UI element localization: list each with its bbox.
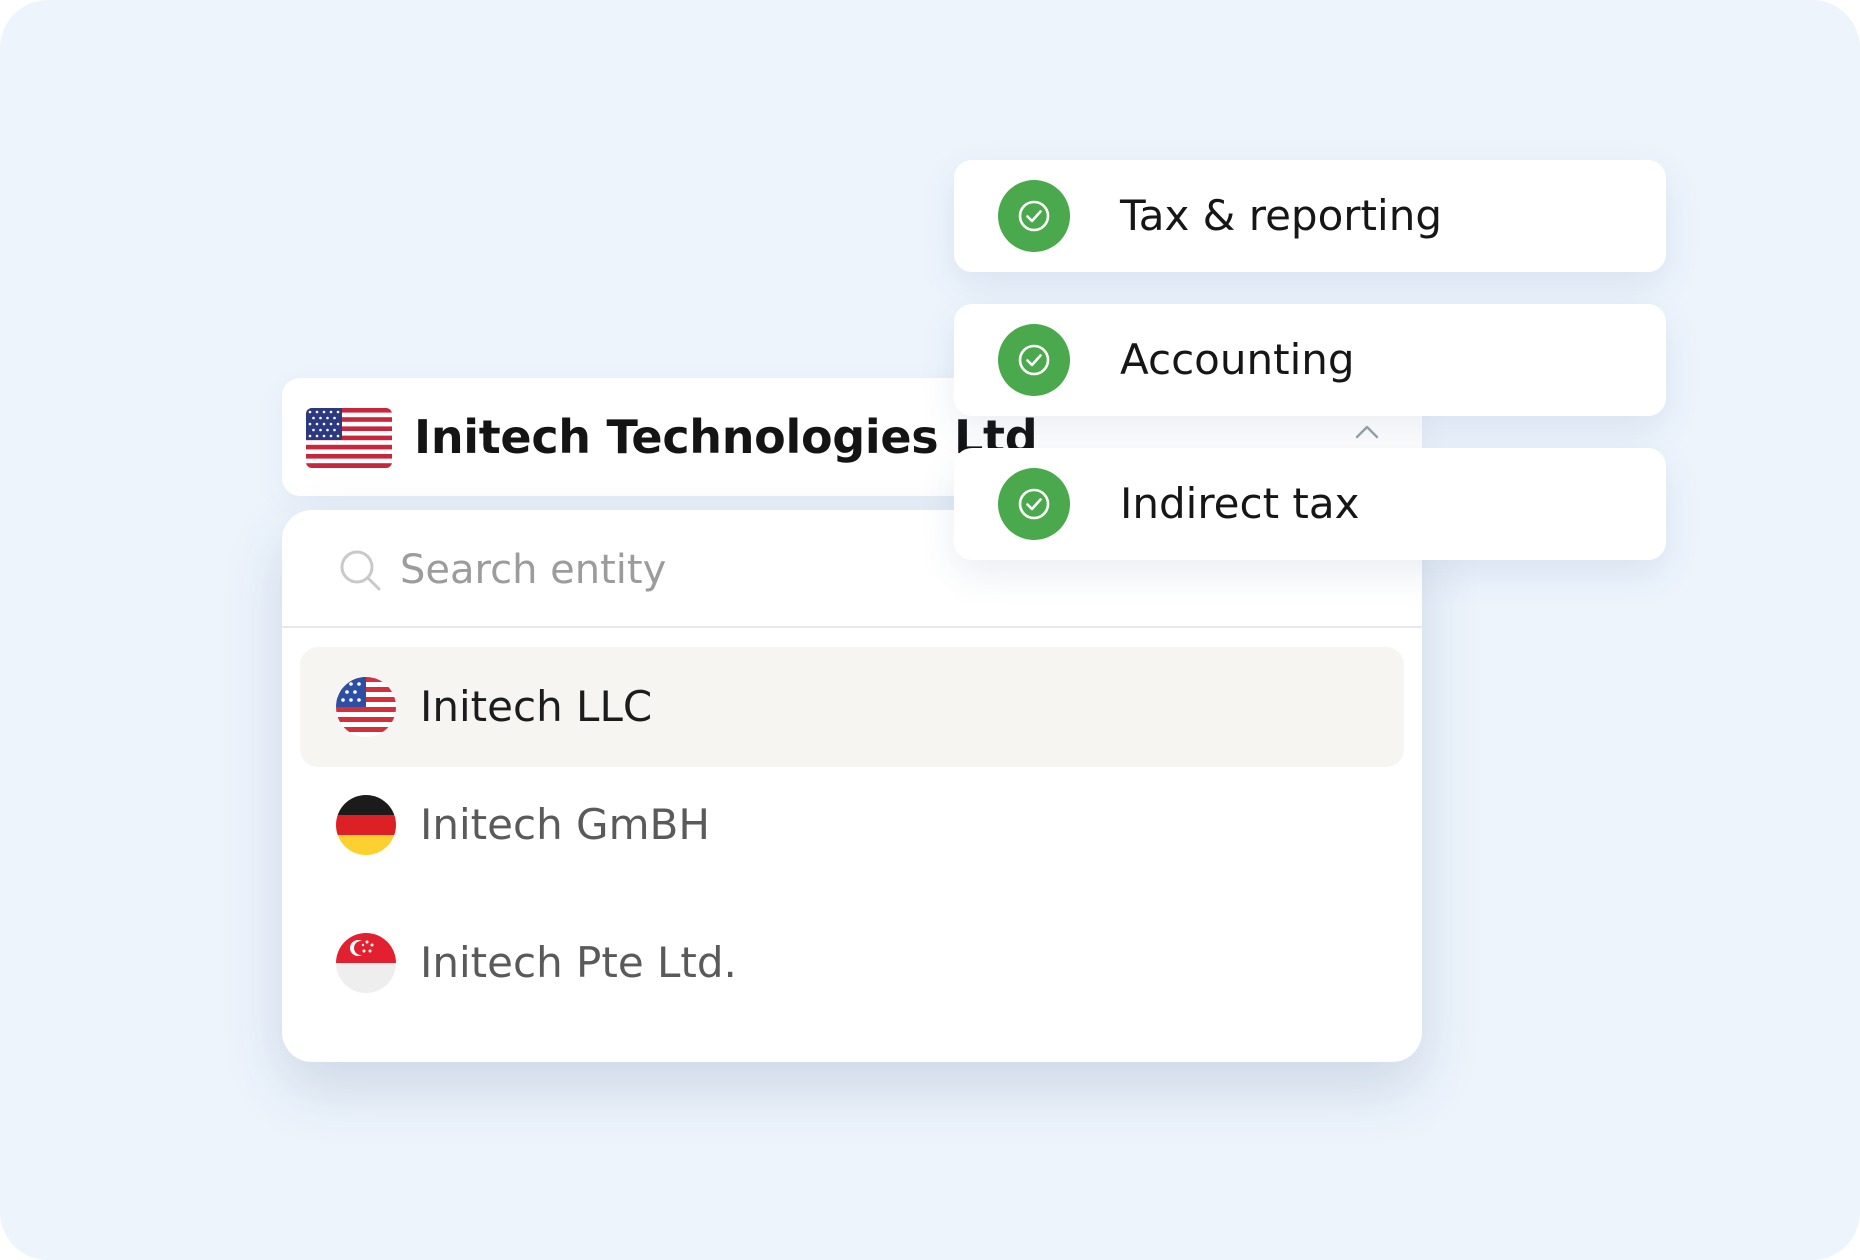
entity-dropdown: Initech LLC Initech GmBH xyxy=(282,510,1422,1062)
check-circle-icon xyxy=(998,468,1070,540)
search-input[interactable] xyxy=(400,538,1040,602)
entity-option-initech-gmbh[interactable]: Initech GmBH xyxy=(300,765,1404,885)
us-flag-icon xyxy=(336,677,396,737)
feature-label: Tax & reporting xyxy=(1120,191,1442,240)
sg-flag-icon xyxy=(336,933,396,993)
check-circle-icon xyxy=(998,324,1070,396)
search-icon xyxy=(340,550,381,591)
entity-option-label: Initech GmBH xyxy=(420,800,710,849)
entity-option-label: Initech LLC xyxy=(420,682,653,731)
feature-label: Accounting xyxy=(1120,335,1355,384)
entity-option-label: Initech Pte Ltd. xyxy=(420,938,737,987)
check-circle-icon xyxy=(998,180,1070,252)
entity-option-initech-llc[interactable]: Initech LLC xyxy=(300,647,1404,767)
feature-card-indirect-tax: Indirect tax xyxy=(954,448,1666,560)
selected-entity-title: Initech Technologies Ltd xyxy=(414,410,1038,464)
page-canvas: Initech Technologies Ltd Search entity I… xyxy=(0,0,1860,1260)
us-flag-icon xyxy=(306,408,392,468)
feature-card-tax-reporting: Tax & reporting xyxy=(954,160,1666,272)
chevron-up-icon[interactable] xyxy=(1352,418,1382,448)
entity-option-initech-pte-ltd[interactable]: Initech Pte Ltd. xyxy=(300,903,1404,1023)
feature-label: Indirect tax xyxy=(1120,479,1360,528)
de-flag-icon xyxy=(336,795,396,855)
feature-card-accounting: Accounting xyxy=(954,304,1666,416)
